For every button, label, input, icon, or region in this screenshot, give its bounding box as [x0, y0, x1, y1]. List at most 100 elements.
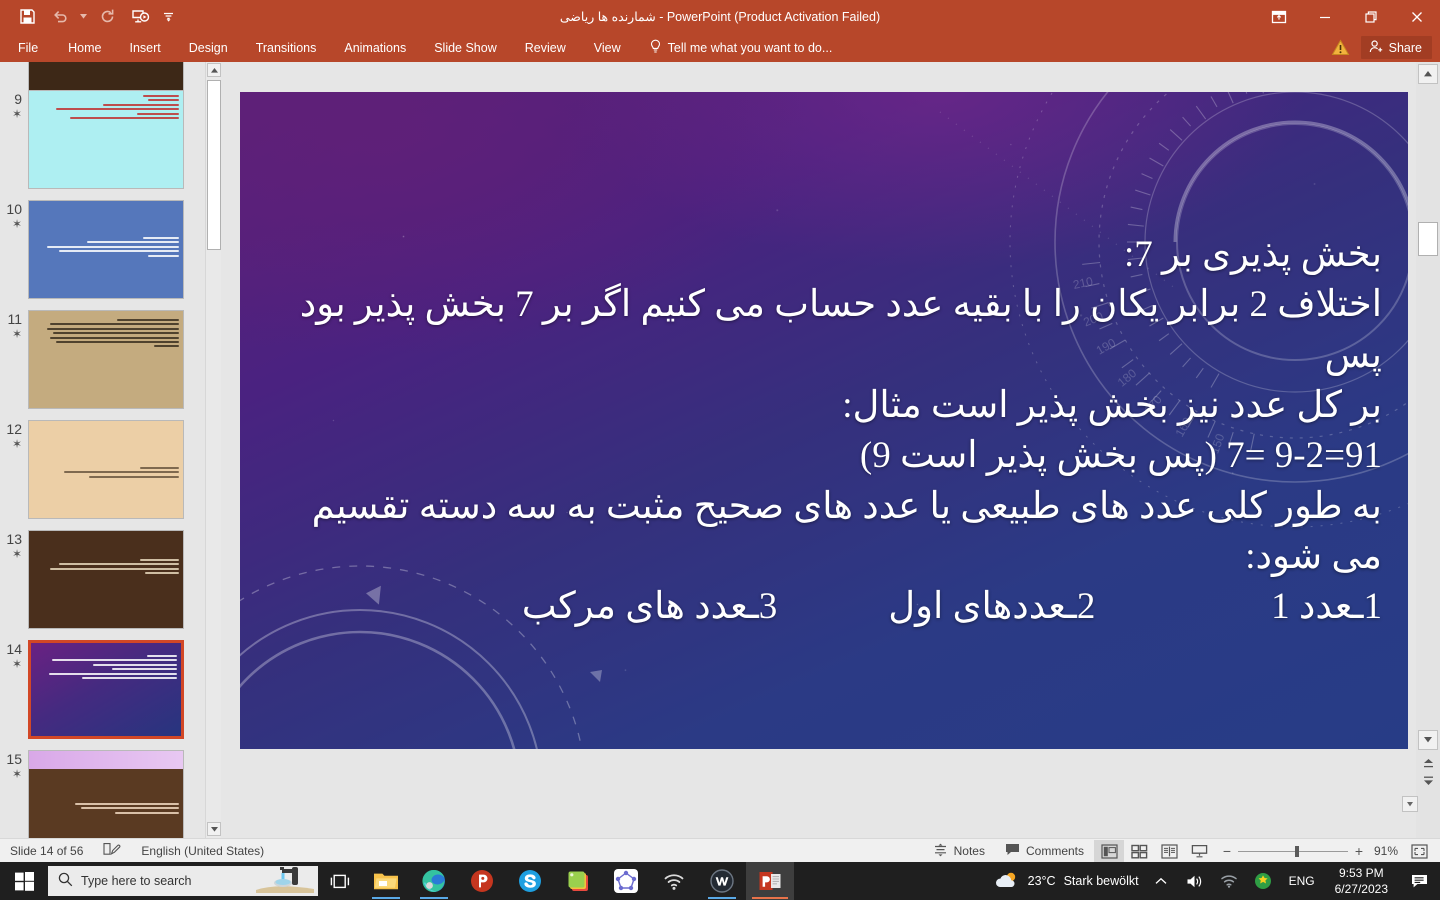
close-button[interactable] — [1394, 0, 1440, 33]
notes-toggle-button[interactable]: Notes — [923, 839, 995, 863]
window-title: شمارنده ها ریاضی - PowerPoint (Product A… — [559, 10, 881, 24]
security-shield-icon[interactable] — [1251, 862, 1275, 900]
share-label: Share — [1388, 40, 1422, 55]
slide-scroll-up-button[interactable] — [1418, 64, 1438, 84]
slide-thumbnail-panel[interactable]: 8 9✶ — [0, 62, 205, 838]
status-bar: Slide 14 of 56 English (United States) N… — [0, 838, 1440, 862]
redo-button[interactable] — [92, 4, 122, 30]
normal-view-button[interactable] — [1094, 840, 1124, 862]
weather-condition: Stark bewölkt — [1063, 874, 1139, 888]
slide-thumbnail-12[interactable]: 12 ✶ — [0, 420, 205, 519]
tab-file[interactable]: File — [0, 33, 54, 62]
comments-toggle-button[interactable]: Comments — [995, 839, 1094, 863]
start-button[interactable] — [0, 862, 48, 900]
slide-thumbnail-10[interactable]: 10 ✶ — [0, 200, 205, 299]
slide-counter[interactable]: Slide 14 of 56 — [0, 839, 93, 863]
taskbar-search[interactable]: Type here to search — [48, 866, 318, 896]
activation-warning-icon[interactable] — [1331, 38, 1351, 58]
clock-date: 6/27/2023 — [1334, 882, 1388, 896]
share-button[interactable]: Share — [1360, 36, 1432, 59]
reading-view-button[interactable] — [1154, 840, 1184, 862]
tab-view[interactable]: View — [580, 33, 635, 62]
zoom-out-button[interactable]: − — [1222, 843, 1232, 859]
geogebra-icon[interactable] — [602, 862, 650, 900]
spell-check-icon — [103, 842, 121, 859]
animation-star-icon: ✶ — [11, 436, 22, 451]
show-hidden-icons-button[interactable] — [1149, 862, 1173, 900]
zoom-in-button[interactable]: + — [1354, 843, 1364, 859]
undo-dropdown-icon[interactable] — [78, 4, 89, 30]
thumbnail-scrollbar-thumb[interactable] — [207, 80, 221, 250]
customize-quick-access-toolbar[interactable] — [158, 4, 178, 30]
tell-me-label: Tell me what you want to do... — [667, 40, 833, 55]
network-icon[interactable] — [1217, 862, 1241, 900]
thumbnail-scroll-down-button[interactable] — [207, 822, 221, 836]
slide-scroll-down-button[interactable] — [1418, 730, 1438, 750]
slide-thumbnail-11[interactable]: 11 ✶ — [0, 310, 205, 409]
save-button[interactable] — [12, 4, 42, 30]
tab-slide-show[interactable]: Slide Show — [420, 33, 511, 62]
ribbon-tab-strip: File Home Insert Design Transitions Anim… — [0, 33, 1440, 62]
quick-access-toolbar — [0, 4, 178, 30]
slide-canvas[interactable]: 150 160 170 180 190 200 210 بخش پذیری بر… — [240, 92, 1408, 749]
tab-insert[interactable]: Insert — [116, 33, 175, 62]
slide-line-1: بخش پذیری بر 7: — [1124, 234, 1382, 275]
start-from-beginning-button[interactable] — [125, 4, 155, 30]
language-indicator[interactable]: English (United States) — [131, 839, 274, 863]
zoom-handle[interactable] — [1295, 845, 1299, 857]
thumbnail-scroll-up-button[interactable] — [207, 63, 221, 77]
restore-button[interactable] — [1348, 0, 1394, 33]
slide-show-button[interactable] — [1184, 840, 1214, 862]
thumb-number-14: 14 ✶ — [0, 640, 28, 739]
zoom-slider[interactable]: − + — [1214, 843, 1372, 859]
purevpn-icon[interactable] — [458, 862, 506, 900]
spell-check-button[interactable] — [93, 839, 131, 863]
slide-scrollbar-thumb[interactable] — [1418, 222, 1438, 256]
next-slide-button[interactable] — [1420, 774, 1436, 788]
title-bar: شمارنده ها ریاضی - PowerPoint (Product A… — [0, 0, 1440, 33]
notifications-icon[interactable] — [1404, 862, 1434, 900]
tab-review[interactable]: Review — [511, 33, 580, 62]
tell-me-search[interactable]: Tell me what you want to do... — [649, 39, 833, 57]
slide-thumbnail-15[interactable]: 15 ✶ — [0, 750, 205, 838]
tab-home[interactable]: Home — [54, 33, 115, 62]
taskbar-clock[interactable]: 9:53 PM 6/27/2023 — [1329, 865, 1394, 897]
thumb-number-12: 12 ✶ — [0, 420, 28, 519]
slide-sorter-view-button[interactable] — [1124, 840, 1154, 862]
winrar-icon[interactable] — [698, 862, 746, 900]
language-indicator[interactable]: ENG — [1285, 862, 1319, 900]
animation-star-icon: ✶ — [11, 546, 22, 561]
zoom-level-label[interactable]: 91% — [1372, 844, 1404, 858]
wifi-manager-icon[interactable] — [650, 862, 698, 900]
animation-star-icon: ✶ — [11, 216, 22, 231]
ribbon-display-options-button[interactable] — [1256, 0, 1302, 33]
slide-counter-label: Slide 14 of 56 — [10, 843, 84, 858]
tab-design[interactable]: Design — [175, 33, 242, 62]
weather-widget[interactable]: 23°C Stark bewölkt — [994, 870, 1139, 893]
windows-taskbar: Type here to search 23°C Stark bewölkt E… — [0, 862, 1440, 900]
tab-animations[interactable]: Animations — [330, 33, 420, 62]
minimize-button[interactable] — [1302, 0, 1348, 33]
volume-icon[interactable] — [1183, 862, 1207, 900]
notes-pane-resize-handle[interactable] — [1402, 796, 1418, 812]
powerpoint-icon[interactable] — [746, 862, 794, 900]
tab-transitions[interactable]: Transitions — [242, 33, 331, 62]
slide-thumbnail-9[interactable]: 9 ✶ — [0, 90, 205, 189]
task-view-button[interactable] — [318, 862, 362, 900]
slide-text-body[interactable]: بخش پذیری بر 7: اختلاف 2 برابر یکان را ب… — [268, 230, 1382, 633]
previous-slide-button[interactable] — [1420, 756, 1436, 770]
skype-icon[interactable] — [506, 862, 554, 900]
notes-icon — [933, 843, 948, 860]
file-explorer-icon[interactable] — [362, 862, 410, 900]
undo-button[interactable] — [45, 4, 75, 30]
search-placeholder: Type here to search — [81, 874, 192, 888]
microsoft-edge-icon[interactable] — [410, 862, 458, 900]
slide-vertical-scrollbar[interactable] — [1402, 62, 1440, 838]
sticky-notes-icon[interactable] — [554, 862, 602, 900]
zoom-track[interactable] — [1238, 845, 1348, 857]
fit-to-window-button[interactable] — [1404, 840, 1434, 862]
thumbnail-panel-scrollbar[interactable] — [205, 62, 221, 838]
taskbar-app-icons — [362, 862, 794, 900]
slide-thumbnail-13[interactable]: 13 ✶ — [0, 530, 205, 629]
slide-thumbnail-14[interactable]: 14 ✶ — [0, 640, 205, 739]
